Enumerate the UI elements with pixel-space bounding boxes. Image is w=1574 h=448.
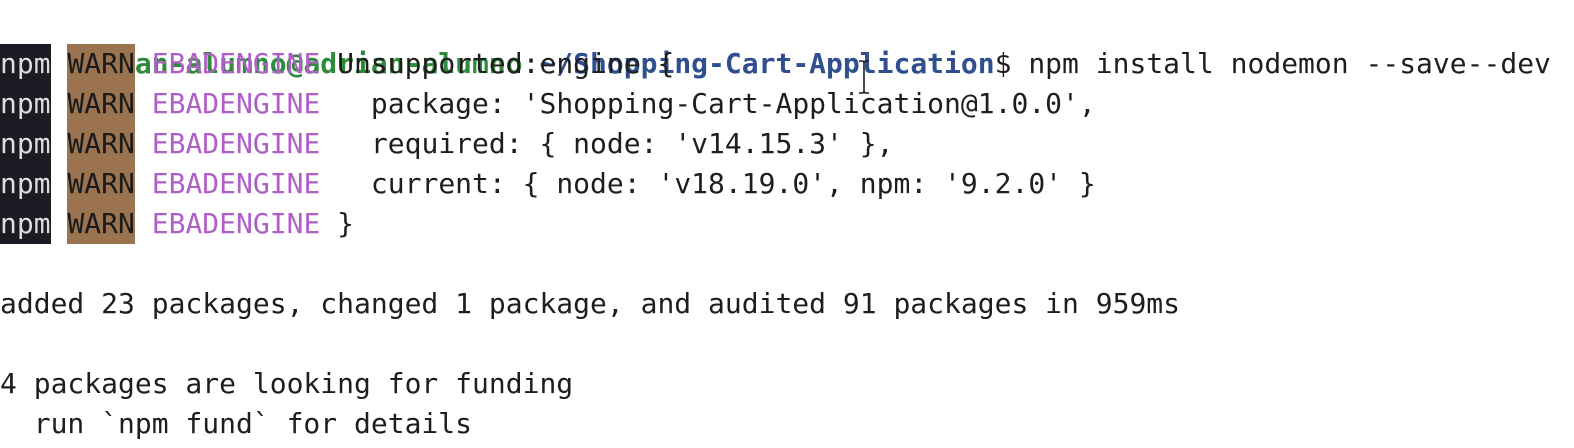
ebadengine-code: EBADENGINE xyxy=(151,207,321,240)
npm-tag: npm xyxy=(0,164,51,204)
npm-tag: npm xyxy=(0,84,51,124)
ibeam-cursor-icon xyxy=(859,60,869,94)
install-summary: added 23 packages, changed 1 package, an… xyxy=(0,287,1181,320)
npm-tag: npm xyxy=(0,44,51,84)
warn-line: npm WARN EBADENGINE current: { node: 'v1… xyxy=(0,164,1574,204)
warn-text: current: { node: 'v18.19.0', npm: '9.2.0… xyxy=(320,167,1096,200)
funding-hint: run `npm fund` for details xyxy=(0,407,473,440)
warn-text: } xyxy=(320,207,355,240)
warn-tag: WARN xyxy=(67,164,135,204)
warn-text: Unsupported engine { xyxy=(320,47,675,80)
warn-tag: WARN xyxy=(67,204,135,244)
ebadengine-code: EBADENGINE xyxy=(151,127,321,160)
ebadengine-code: EBADENGINE xyxy=(151,47,321,80)
terminal-window[interactable]: adrian-alumno@adrian-alumno:~/Shopping-C… xyxy=(0,0,1574,448)
warn-text: package: 'Shopping-Cart-Application@1.0.… xyxy=(320,87,1096,120)
npm-tag: npm xyxy=(0,204,51,244)
warn-line: npm WARN EBADENGINE package: 'Shopping-C… xyxy=(0,84,1574,124)
warn-line: npm WARN EBADENGINE } xyxy=(0,204,1574,244)
npm-tag: npm xyxy=(0,124,51,164)
warn-tag: WARN xyxy=(67,44,135,84)
warn-tag: WARN xyxy=(67,124,135,164)
command-text: npm install nodemon --save--dev xyxy=(1011,47,1551,80)
warn-tag: WARN xyxy=(67,84,135,124)
ebadengine-code: EBADENGINE xyxy=(151,167,321,200)
prompt-line: adrian-alumno@adrian-alumno:~/Shopping-C… xyxy=(0,4,1574,80)
warn-line: npm WARN EBADENGINE required: { node: 'v… xyxy=(0,124,1574,164)
funding-notice: 4 packages are looking for funding xyxy=(0,367,574,400)
ebadengine-code: EBADENGINE xyxy=(151,87,321,120)
prompt-symbol: $ xyxy=(994,47,1012,80)
warn-text: required: { node: 'v14.15.3' }, xyxy=(320,127,894,160)
